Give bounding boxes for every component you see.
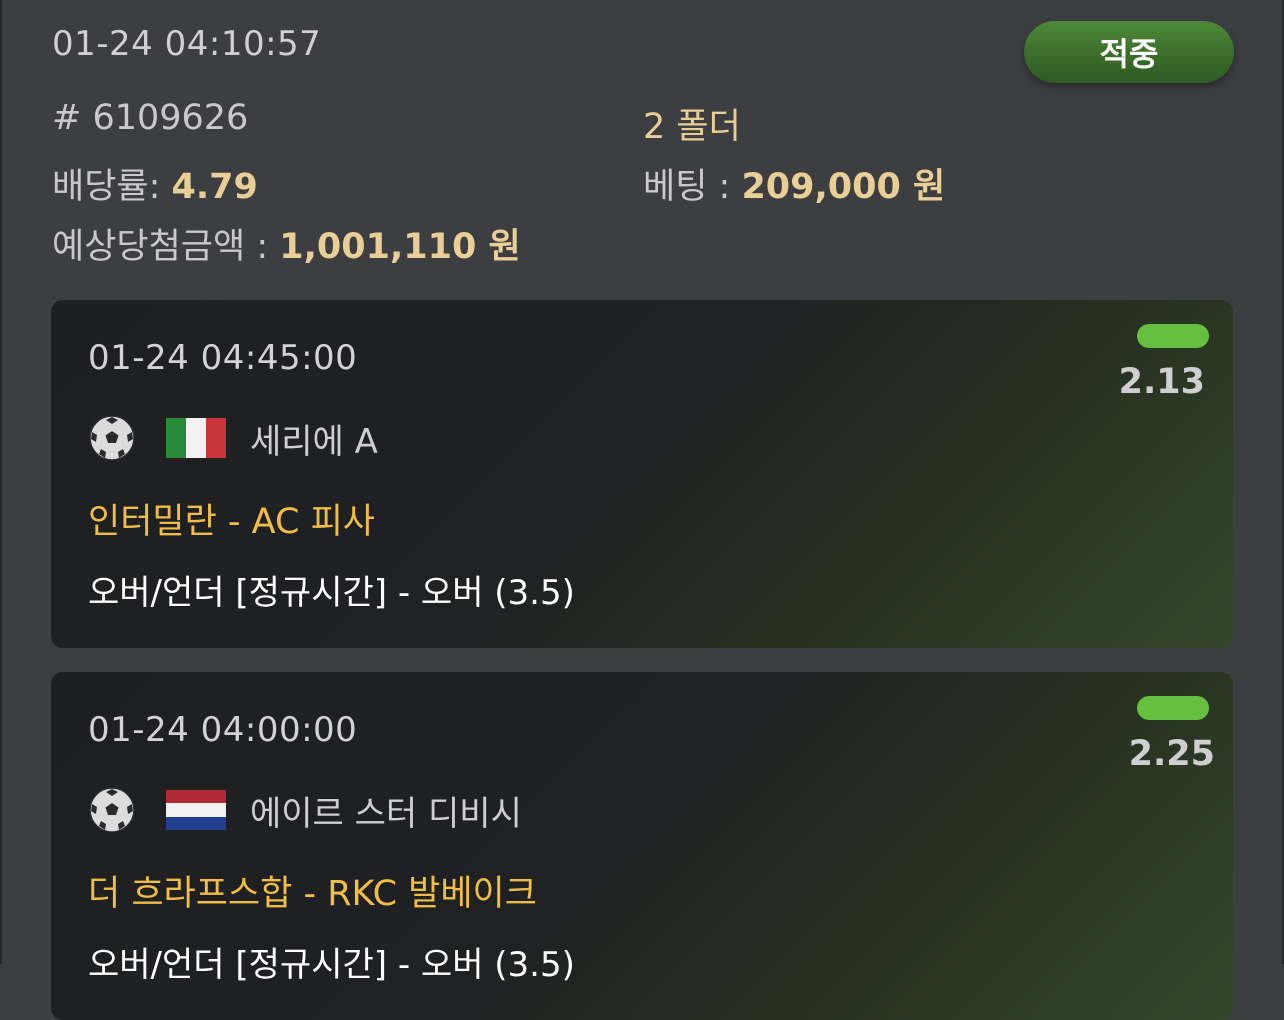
match-name: 더 흐라프스합 - RKC 발베이크 bbox=[88, 874, 537, 914]
total-odds-row: 배당률: 4.79 bbox=[52, 158, 258, 209]
ticket-number: # 6109626 bbox=[52, 98, 249, 138]
total-odds-value: 4.79 bbox=[171, 167, 258, 207]
soccer-ball-icon bbox=[89, 415, 135, 461]
expected-payout-value: 1,001,110 원 bbox=[279, 227, 521, 267]
bet-pick: 오버/언더 [정규시간] - 오버 (3.5) bbox=[88, 573, 575, 613]
bet-placed-time: 01-24 04:10:57 bbox=[52, 24, 322, 64]
expected-payout-label: 예상당첨금액 : bbox=[52, 227, 280, 267]
selection-odds: 2.25 bbox=[1128, 734, 1215, 774]
league-row: 세리에 A bbox=[88, 415, 378, 462]
league-name: 세리에 A bbox=[250, 421, 378, 462]
stake-row: 베팅 : 209,000 원 bbox=[643, 158, 945, 209]
netherlands-flag bbox=[166, 790, 226, 830]
italy-flag bbox=[166, 418, 226, 458]
stake-value: 209,000 원 bbox=[741, 167, 946, 207]
stake-label: 베팅 : bbox=[643, 167, 742, 207]
kickoff-time: 01-24 04:00:00 bbox=[88, 710, 358, 750]
soccer-ball-icon bbox=[89, 787, 135, 833]
bet-summary: 01-24 04:10:57 적중 # 6109626 2 폴더 배당률: 4.… bbox=[52, 0, 1234, 290]
selection-card[interactable]: 01-24 04:00:00 2.25 에이르 스터 디비시 더 흐라프스합 -… bbox=[51, 672, 1233, 1020]
match-name: 인터밀란 - AC 피사 bbox=[88, 502, 375, 542]
folder-count: 2 폴더 bbox=[643, 107, 741, 147]
selection-card[interactable]: 01-24 04:45:00 2.13 세리에 A 인터밀란 - AC 피사 오… bbox=[51, 300, 1233, 648]
bet-pick: 오버/언더 [정규시간] - 오버 (3.5) bbox=[88, 945, 575, 985]
status-button[interactable]: 적중 bbox=[1024, 21, 1234, 83]
result-indicator bbox=[1137, 696, 1209, 720]
league-row: 에이르 스터 디비시 bbox=[88, 787, 522, 834]
total-odds-label: 배당률: bbox=[52, 167, 172, 207]
league-name: 에이르 스터 디비시 bbox=[250, 793, 522, 834]
kickoff-time: 01-24 04:45:00 bbox=[88, 338, 358, 378]
result-indicator bbox=[1137, 324, 1209, 348]
selection-odds: 2.13 bbox=[1118, 362, 1205, 402]
expected-payout-row: 예상당첨금액 : 1,001,110 원 bbox=[52, 218, 521, 269]
